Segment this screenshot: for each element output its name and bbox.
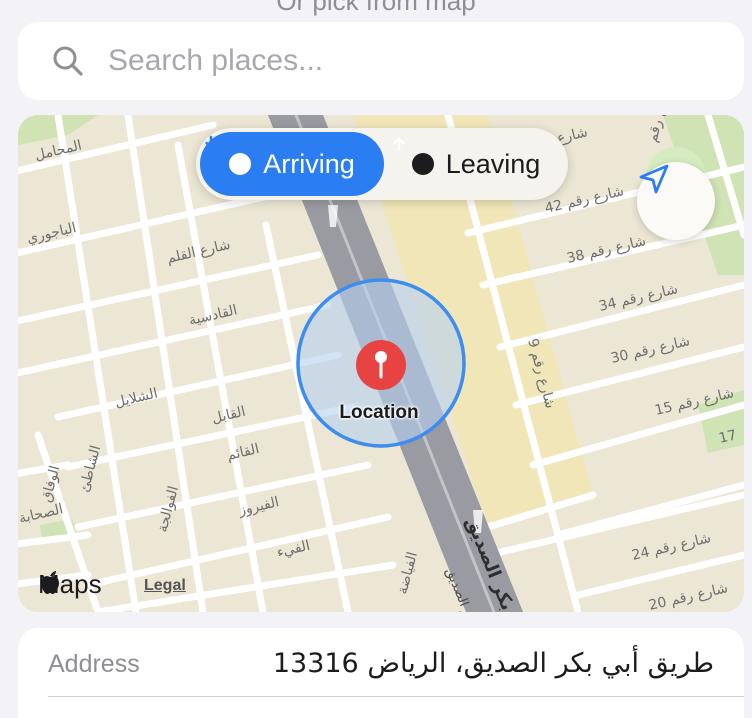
arriving-label: Arriving (263, 148, 355, 179)
current-location-button[interactable] (637, 162, 715, 240)
search-icon (53, 46, 83, 76)
legal-link[interactable]: Legal (144, 577, 186, 595)
address-value: طريق أبي بكر الصديق، الرياض 13316 (272, 648, 714, 679)
address-divider (48, 696, 744, 697)
search-bar[interactable] (18, 22, 744, 100)
leaving-button[interactable]: Leaving (388, 132, 564, 196)
pick-from-map-hint: Or pick from map (276, 0, 476, 16)
arrow-up-circle-icon (393, 137, 434, 175)
address-label: Address (48, 650, 140, 678)
address-card: Address طريق أبي بكر الصديق، الرياض 1331… (18, 628, 744, 718)
location-arrow-icon (639, 164, 669, 194)
search-input[interactable] (106, 43, 710, 79)
map-view[interactable]: المحامل الباجوري شارع القلم القادسية الش… (18, 115, 744, 612)
apple-logo-icon (41, 571, 59, 594)
location-label: Location (339, 402, 419, 423)
apple-maps-brand: Maps (38, 569, 102, 600)
arriving-button[interactable]: Arriving (200, 132, 384, 196)
leaving-label: Leaving (445, 148, 541, 179)
arrow-down-circle-icon (205, 135, 252, 175)
arrive-leave-toggle[interactable]: Arriving Leaving (196, 128, 568, 200)
map-pin-icon[interactable] (356, 340, 406, 390)
